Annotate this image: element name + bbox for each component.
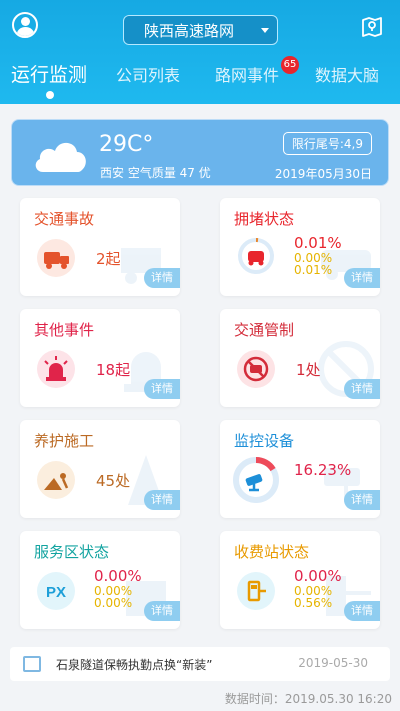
details-button[interactable]: 详情 bbox=[344, 601, 380, 621]
card-cameras[interactable]: 监控设备 16.23% 详情 bbox=[220, 420, 380, 518]
region-label: 陕西高速路网 bbox=[144, 21, 235, 40]
news-headline: 石泉隧道保畅执勤点换“新装” bbox=[56, 658, 213, 672]
card-other-events[interactable]: 其他事件 18起 详情 bbox=[20, 309, 180, 407]
card-title: 交通事故 bbox=[34, 210, 95, 228]
value-primary: 0.01% bbox=[294, 234, 342, 252]
user-avatar-icon[interactable] bbox=[12, 12, 38, 38]
no-car-icon bbox=[237, 350, 275, 388]
news-icon bbox=[23, 656, 41, 672]
card-traffic-control[interactable]: 交通管制 1处 详情 bbox=[220, 309, 380, 407]
temperature: 29C° bbox=[99, 132, 154, 157]
congestion-car-icon bbox=[238, 237, 274, 274]
tow-truck-icon bbox=[37, 239, 75, 277]
chevron-down-icon bbox=[261, 28, 269, 33]
maintenance-count: 45处 bbox=[96, 472, 131, 490]
weather-banner: 29C° 西安 空气质量 47 优 限行尾号:4,9 2019年05月30日 bbox=[11, 119, 389, 186]
tab-road-events[interactable]: 路网事件 bbox=[215, 62, 279, 86]
value-primary: 0.00% bbox=[94, 567, 142, 585]
value-tertiary: 0.56% bbox=[294, 596, 333, 611]
active-tab-indicator bbox=[46, 91, 54, 99]
card-congestion[interactable]: 拥堵状态 0.01% 0.00% 0.01% 详情 bbox=[220, 198, 380, 296]
toll-booth-icon bbox=[237, 572, 275, 610]
card-title: 拥堵状态 bbox=[234, 210, 295, 228]
details-button[interactable]: 详情 bbox=[344, 490, 380, 510]
card-title: 养护施工 bbox=[34, 432, 95, 450]
card-title: 服务区状态 bbox=[34, 543, 110, 561]
card-service-area[interactable]: 服务区状态 PX 0.00% 0.00% 0.00% 详情 bbox=[20, 531, 180, 629]
cloud-icon bbox=[35, 142, 86, 172]
card-title: 交通管制 bbox=[234, 321, 295, 339]
card-title: 收费站状态 bbox=[234, 543, 310, 561]
details-button[interactable]: 详情 bbox=[144, 601, 180, 621]
card-traffic-accident[interactable]: 交通事故 2起 详情 bbox=[20, 198, 180, 296]
card-toll-station[interactable]: 收费站状态 0.00% 0.00% 0.56% 详情 bbox=[220, 531, 380, 629]
value-tertiary: 0.01% bbox=[294, 263, 333, 278]
data-timestamp: 数据时间：2019.05.30 16:20 bbox=[224, 692, 392, 706]
region-select[interactable]: 陕西高速路网 bbox=[123, 15, 278, 45]
px-service-icon: PX bbox=[37, 572, 75, 610]
news-date: 2019-05-30 bbox=[298, 656, 368, 670]
value-primary: 0.00% bbox=[294, 567, 342, 585]
toll-station-values: 0.00% 0.00% 0.56% bbox=[294, 567, 342, 611]
alarm-light-icon bbox=[37, 350, 75, 388]
details-button[interactable]: 详情 bbox=[344, 268, 380, 288]
weather-date: 2019年05月30日 bbox=[274, 167, 372, 181]
card-title: 监控设备 bbox=[234, 432, 295, 450]
control-count: 1处 bbox=[296, 361, 321, 379]
congestion-values: 0.01% 0.00% 0.01% bbox=[294, 234, 342, 278]
details-button[interactable]: 详情 bbox=[144, 379, 180, 399]
plate-restriction: 限行尾号:4,9 bbox=[282, 132, 372, 155]
app-header: 陕西高速路网 运行监测 公司列表 路网事件 数据大脑 65 bbox=[0, 0, 400, 104]
accident-count: 2起 bbox=[96, 250, 121, 268]
svg-text:PX: PX bbox=[46, 584, 66, 601]
value-tertiary: 0.00% bbox=[94, 596, 133, 611]
details-button[interactable]: 详情 bbox=[144, 490, 180, 510]
events-count-badge: 65 bbox=[281, 56, 299, 74]
card-title: 其他事件 bbox=[34, 321, 95, 339]
details-button[interactable]: 详情 bbox=[144, 268, 180, 288]
tab-data-brain[interactable]: 数据大脑 bbox=[315, 62, 379, 86]
tab-monitoring[interactable]: 运行监测 bbox=[11, 60, 87, 87]
service-area-values: 0.00% 0.00% 0.00% bbox=[94, 567, 142, 611]
map-location-icon[interactable] bbox=[360, 14, 384, 38]
city-air-quality: 西安 空气质量 47 优 bbox=[100, 166, 211, 180]
details-button[interactable]: 详情 bbox=[344, 379, 380, 399]
tab-company-list[interactable]: 公司列表 bbox=[116, 62, 180, 86]
construction-worker-icon bbox=[37, 461, 75, 499]
camera-gauge-icon bbox=[233, 457, 279, 503]
camera-online-rate: 16.23% bbox=[294, 461, 352, 479]
main-tabs: 运行监测 公司列表 路网事件 数据大脑 bbox=[0, 58, 400, 102]
card-maintenance[interactable]: 养护施工 45处 详情 bbox=[20, 420, 180, 518]
news-item[interactable]: 石泉隧道保畅执勤点换“新装” 2019-05-30 bbox=[10, 647, 390, 681]
events-count: 18起 bbox=[96, 361, 131, 379]
